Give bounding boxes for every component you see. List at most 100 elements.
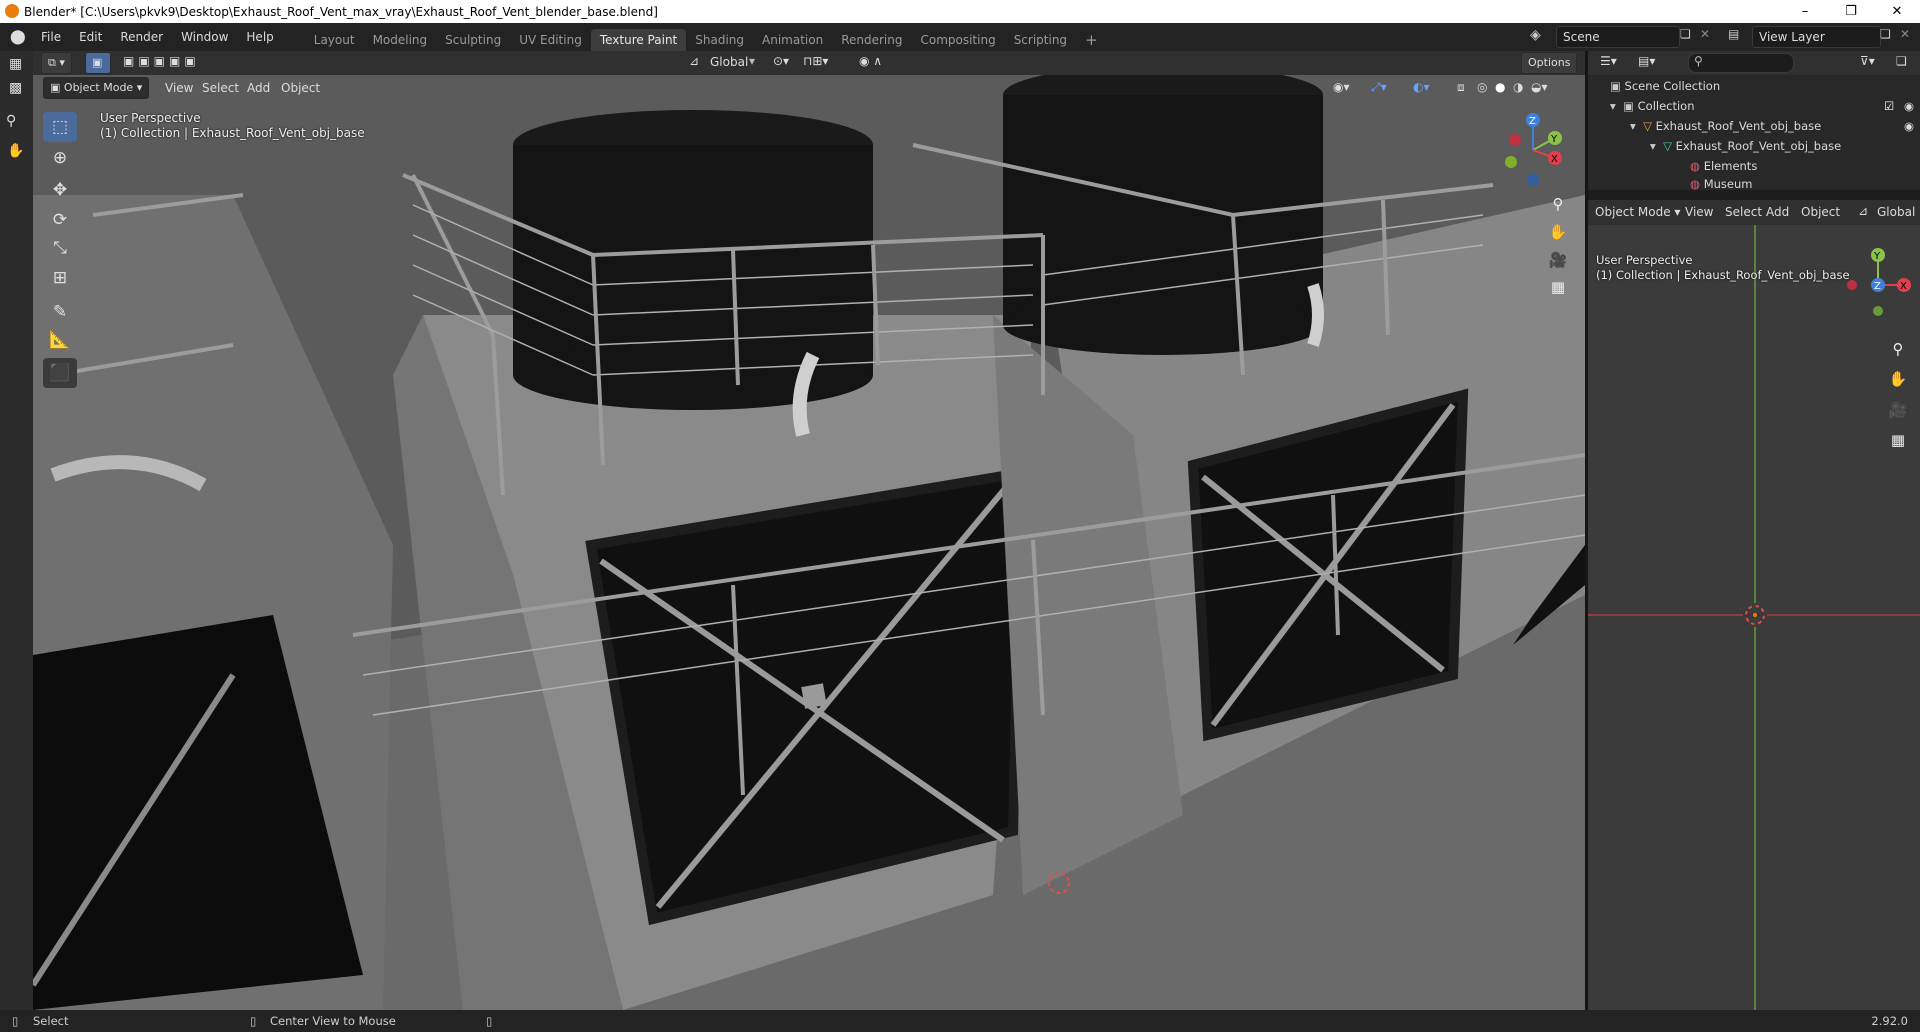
- rotate-tool[interactable]: ⟳: [43, 205, 77, 235]
- select-box-icons[interactable]: ▣▣▣▣▣: [123, 54, 200, 68]
- hand-icon[interactable]: ✋: [7, 143, 24, 159]
- outliner-row-object[interactable]: ▾ ▽ Exhaust_Roof_Vent_obj_base ◉: [1630, 116, 1916, 136]
- new-collection-icon[interactable]: ❏: [1896, 54, 1907, 68]
- ortho-grid-icon[interactable]: ▦: [1546, 275, 1570, 299]
- search-icon[interactable]: ⚲: [6, 113, 16, 129]
- view2-ortho-grid-icon[interactable]: ▦: [1886, 428, 1910, 452]
- pivot-icon[interactable]: ⊙▾: [773, 54, 789, 68]
- visibility-icon[interactable]: ◉▾: [1333, 80, 1350, 94]
- add-cube-tool[interactable]: ⬛: [43, 358, 77, 388]
- view2-zoom-icon[interactable]: ⚲: [1886, 337, 1910, 361]
- shading-solid-icon[interactable]: ●: [1495, 80, 1505, 94]
- menu-select[interactable]: Select: [195, 77, 246, 99]
- view-layer-field[interactable]: View Layer: [1752, 26, 1881, 48]
- view2-mode-dropdown[interactable]: Object Mode ▾: [1588, 201, 1687, 223]
- scene-field[interactable]: Scene: [1556, 26, 1680, 48]
- view2-pan-hand-icon[interactable]: ✋: [1886, 367, 1910, 391]
- minimize-button[interactable]: –: [1782, 0, 1828, 23]
- view2-navigation-gizmo[interactable]: Y Z X: [1838, 245, 1918, 325]
- options-dropdown[interactable]: Options: [1521, 52, 1578, 74]
- viewport-3d[interactable]: User Perspective (1) Collection | Exhaus…: [33, 75, 1585, 1010]
- menu-file[interactable]: File: [32, 23, 70, 51]
- annotate-tool[interactable]: ✎: [43, 297, 77, 327]
- xray-icon[interactable]: ⧈: [1457, 80, 1465, 95]
- tab-scripting[interactable]: Scripting: [1005, 29, 1076, 51]
- maximize-button[interactable]: ❐: [1828, 0, 1874, 23]
- new-view-layer-icon[interactable]: ❏: [1880, 27, 1891, 41]
- pan-hand-icon[interactable]: ✋: [1546, 220, 1570, 244]
- overlay-toggle-icon[interactable]: ◐▾: [1413, 80, 1430, 94]
- outliner-row-label: Exhaust_Roof_Vent_obj_base: [1655, 119, 1822, 133]
- view2-menu-view[interactable]: View: [1678, 201, 1720, 223]
- cursor-tool[interactable]: ⊕: [43, 143, 77, 173]
- navigation-gizmo[interactable]: Z Y X: [1493, 110, 1573, 190]
- view2-orientation-dropdown[interactable]: Global: [1870, 201, 1920, 223]
- menu-add[interactable]: Add: [240, 77, 277, 99]
- blender-menu-icon[interactable]: ⬤: [10, 29, 26, 45]
- eye-icon[interactable]: ◉: [1904, 96, 1914, 116]
- outliner-row-mesh[interactable]: ▾ ▽ Exhaust_Roof_Vent_obj_base: [1650, 136, 1841, 156]
- add-workspace-button[interactable]: +: [1076, 29, 1107, 51]
- zoom-icon[interactable]: ⚲: [1546, 192, 1570, 216]
- view2-orientation-icon[interactable]: ⊿: [1858, 204, 1868, 218]
- menu-help[interactable]: Help: [237, 23, 282, 51]
- close-button[interactable]: ✕: [1874, 0, 1920, 23]
- editor-type-icon[interactable]: ▦: [9, 56, 22, 72]
- menu-edit[interactable]: Edit: [70, 23, 111, 51]
- measure-tool[interactable]: 📐: [43, 325, 77, 355]
- tab-uv-editing[interactable]: UV Editing: [510, 29, 591, 51]
- orientation-icon[interactable]: ⊿: [689, 54, 699, 68]
- outliner-row-collection[interactable]: ▾ ▣ Collection ☑ ◉: [1610, 96, 1916, 116]
- orientation-dropdown[interactable]: Global: [703, 51, 755, 73]
- select-box-tool[interactable]: ⬚: [43, 112, 77, 142]
- menu-render[interactable]: Render: [111, 23, 172, 51]
- shading-wire-icon[interactable]: ◎: [1477, 80, 1487, 94]
- viewport-secondary[interactable]: User Perspective (1) Collection | Exhaus…: [1588, 225, 1920, 1010]
- delete-scene-icon[interactable]: ✕: [1700, 27, 1710, 41]
- window-title: Blender* [C:\Users\pkvk9\Desktop\Exhaust…: [24, 4, 658, 19]
- tab-rendering[interactable]: Rendering: [832, 29, 911, 51]
- expand-chevron-icon[interactable]: ▾: [1650, 139, 1656, 153]
- view2-camera-icon[interactable]: 🎥: [1886, 398, 1910, 422]
- scene-icon[interactable]: ◈: [1530, 27, 1541, 43]
- expand-chevron-icon[interactable]: ▾: [1630, 119, 1636, 133]
- scale-tool[interactable]: ⤡: [43, 233, 77, 263]
- transform-tool[interactable]: ⊞: [43, 263, 77, 293]
- menu-window[interactable]: Window: [172, 23, 237, 51]
- area-divider-horizontal[interactable]: [1588, 190, 1920, 200]
- new-scene-icon[interactable]: ❏: [1680, 27, 1691, 41]
- menu-object[interactable]: Object: [274, 77, 327, 99]
- title-bar: Blender* [C:\Users\pkvk9\Desktop\Exhaust…: [0, 0, 1920, 23]
- tab-animation[interactable]: Animation: [753, 29, 832, 51]
- outliner-row-material-elements[interactable]: ◍ Elements: [1690, 156, 1757, 176]
- tab-shading[interactable]: Shading: [686, 29, 753, 51]
- camera-icon[interactable]: 🎥: [1546, 248, 1570, 272]
- editor-type-dropdown[interactable]: ⧉ ▾: [41, 52, 72, 74]
- view2-menu-add[interactable]: Add: [1759, 201, 1796, 223]
- display-mode-icon[interactable]: ▤▾: [1638, 54, 1655, 68]
- checkbox-icon[interactable]: ☑: [1884, 96, 1894, 116]
- tab-compositing[interactable]: Compositing: [911, 29, 1004, 51]
- mode-dropdown[interactable]: ▣ Object Mode ▾: [43, 77, 150, 99]
- gizmo-toggle-icon[interactable]: ⤢▾: [1371, 80, 1387, 95]
- delete-view-layer-icon[interactable]: ✕: [1900, 27, 1910, 41]
- view-layer-icon[interactable]: ▤: [1728, 27, 1739, 41]
- grid-icon[interactable]: ▩: [9, 80, 22, 96]
- proportional-icon[interactable]: ◉ ∧: [859, 54, 882, 68]
- outliner-row-scene-collection[interactable]: ▣ Scene Collection: [1610, 76, 1720, 96]
- filter-icon[interactable]: ⊽▾: [1860, 54, 1875, 68]
- tab-sculpting[interactable]: Sculpting: [436, 29, 510, 51]
- tab-modeling[interactable]: Modeling: [364, 29, 437, 51]
- view2-menu-object[interactable]: Object: [1794, 201, 1847, 223]
- outliner-editor-icon[interactable]: ☰▾: [1600, 54, 1617, 68]
- snap-icon[interactable]: ⊓⊞▾: [803, 54, 828, 68]
- eye-icon[interactable]: ◉: [1904, 116, 1914, 136]
- select-mode-icon[interactable]: ▣: [85, 52, 111, 74]
- shading-material-icon[interactable]: ◑: [1513, 80, 1523, 94]
- tab-texture-paint[interactable]: Texture Paint: [590, 29, 687, 51]
- shading-rendered-icon[interactable]: ◒▾: [1531, 80, 1548, 94]
- move-tool[interactable]: ✥: [43, 175, 77, 205]
- tab-layout[interactable]: Layout: [305, 29, 364, 51]
- outliner-search-input[interactable]: [1688, 53, 1794, 73]
- expand-chevron-icon[interactable]: ▾: [1610, 99, 1616, 113]
